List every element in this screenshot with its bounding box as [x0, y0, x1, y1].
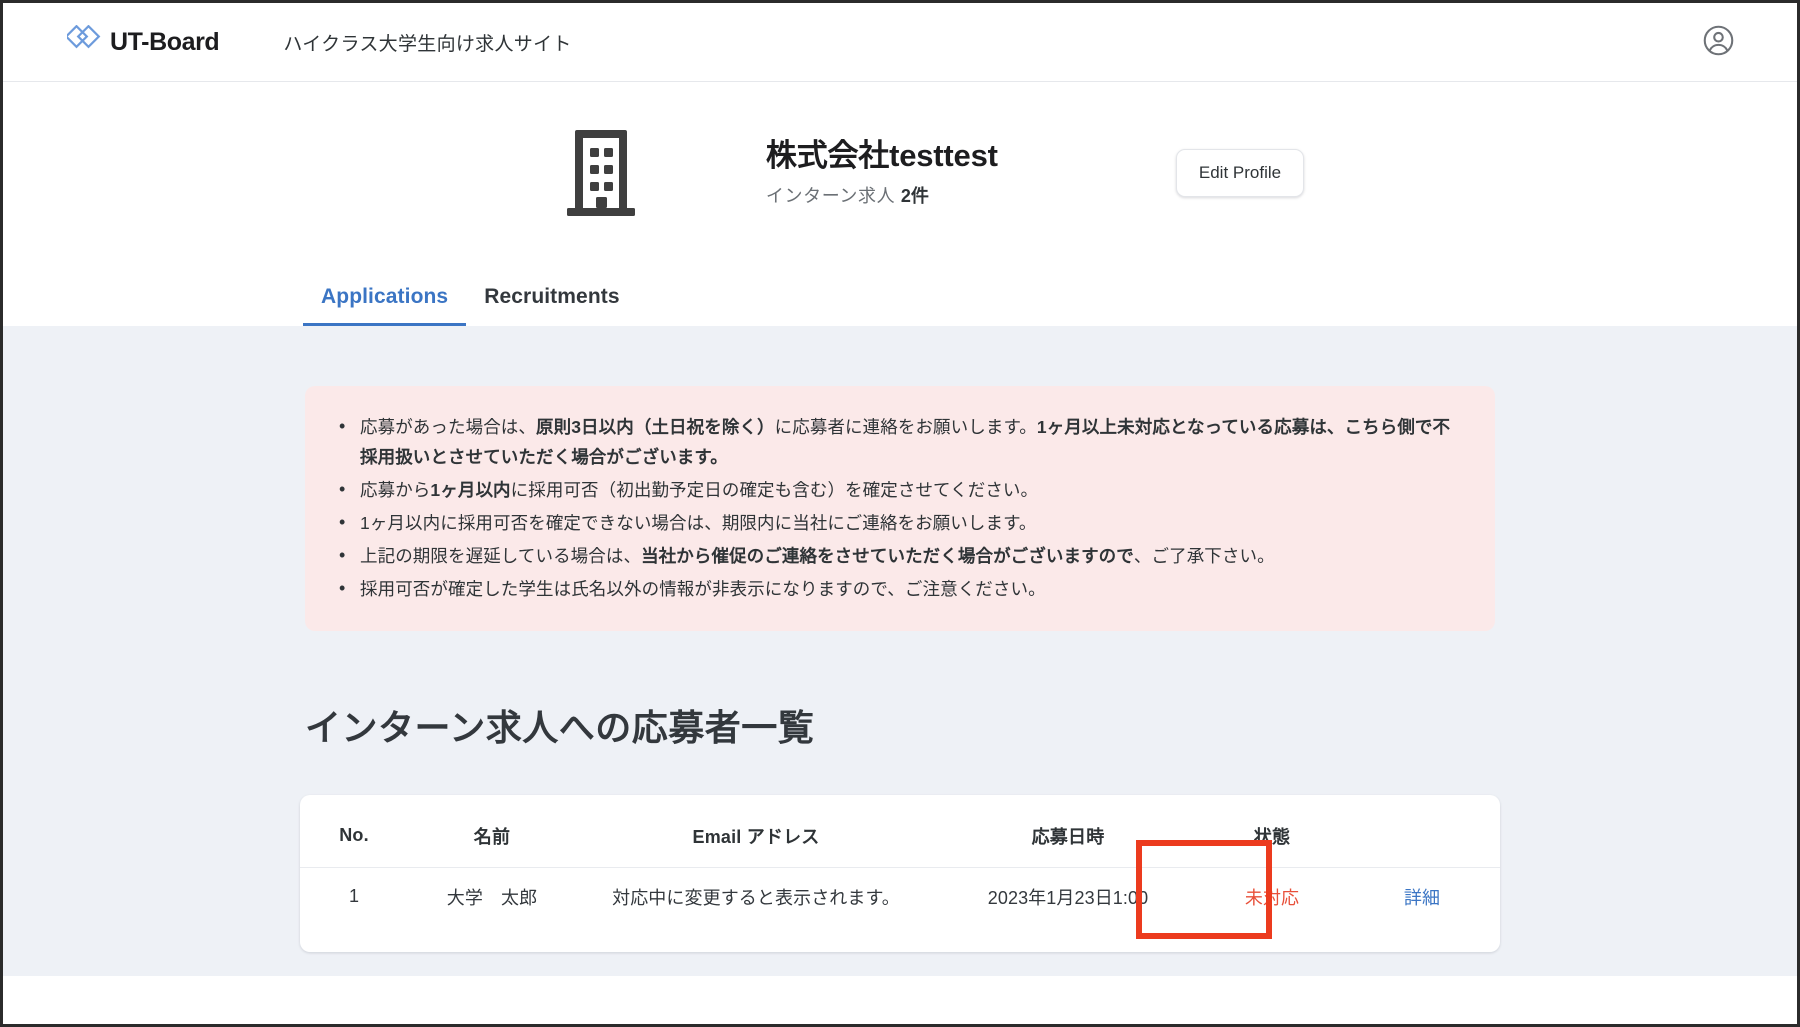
account-menu-button[interactable]	[1702, 24, 1735, 60]
column-header-email: Email アドレス	[692, 826, 820, 847]
edit-profile-button[interactable]: Edit Profile	[1175, 148, 1305, 197]
cell-name: 大学 太郎	[408, 866, 576, 930]
company-job-count-label: インターン求人	[765, 185, 896, 206]
notice-item: 上記の期限を遅延している場合は、当社から催促のご連絡をさせていただく場合がござい…	[335, 540, 1461, 571]
table-row: 1 大学 太郎 対応中に変更すると表示されます。 2023年1月23日1:00 …	[300, 866, 1500, 930]
company-logo-container	[496, 124, 706, 221]
company-job-count: インターン求人 2件	[766, 182, 1176, 208]
notice-item: 応募から1ヶ月以内に採用可否（初出勤予定日の確定も含む）を確定させてください。	[335, 474, 1461, 505]
account-circle-icon	[1702, 24, 1735, 60]
building-icon	[563, 124, 639, 221]
notice-item: 採用可否が確定した学生は氏名以外の情報が非表示になりますので、ご注意ください。	[335, 573, 1461, 604]
ut-board-diamond-logo-icon	[64, 24, 101, 60]
profile-tabs: Applications Recruitments	[3, 279, 1797, 326]
table-header-row: No. 名前 Email アドレス 応募日時 状態	[300, 795, 1500, 868]
column-header-date: 応募日時	[1031, 826, 1105, 847]
cell-applied-at: 2023年1月23日1:00	[936, 866, 1200, 930]
applicants-table-body: 1 大学 太郎 対応中に変更すると表示されます。 2023年1月23日1:00 …	[300, 866, 1500, 930]
tab-recruitments[interactable]: Recruitments	[466, 279, 637, 326]
notice-list: 応募があった場合は、原則3日以内（土日祝を除く）に応募者に連絡をお願いします。1…	[335, 411, 1461, 605]
company-job-count-value: 2件	[900, 185, 929, 206]
notice-item: 1ヶ月以内に採用可否を確定できない場合は、期限内に当社にご連絡をお願いします。	[335, 507, 1461, 538]
cell-no: 1	[300, 866, 408, 930]
notice-item: 応募があった場合は、原則3日以内（土日祝を除く）に応募者に連絡をお願いします。1…	[335, 411, 1461, 472]
site-tagline: ハイクラス大学生向け求人サイト	[283, 33, 572, 55]
notice-panel: 応募があった場合は、原則3日以内（土日祝を除く）に応募者に連絡をお願いします。1…	[305, 386, 1495, 631]
page-body: 応募があった場合は、原則3日以内（土日祝を除く）に応募者に連絡をお願いします。1…	[3, 326, 1797, 976]
applicants-table-head: No. 名前 Email アドレス 応募日時 状態	[300, 795, 1500, 868]
page-title: インターン求人への応募者一覧	[305, 706, 815, 748]
column-header-name: 名前	[473, 826, 511, 847]
column-header-no: No.	[339, 825, 369, 846]
company-name: 株式会社testtest	[765, 138, 998, 174]
site-header: UT-Board ハイクラス大学生向け求人サイト	[3, 3, 1797, 82]
column-header-status: 状態	[1253, 826, 1291, 847]
status-badge: 未対応	[1200, 866, 1344, 930]
column-header-action	[1344, 795, 1500, 868]
brand-name: UT-Board	[110, 27, 220, 56]
cell-email: 対応中に変更すると表示されます。	[576, 866, 936, 930]
cell-action: 詳細	[1344, 866, 1500, 930]
tabs-wrapper: Applications Recruitments	[3, 221, 1797, 326]
tab-applications[interactable]: Applications	[303, 279, 467, 326]
brand-home-link[interactable]: UT-Board	[64, 24, 220, 60]
company-profile-section: 株式会社testtest インターン求人 2件 Edit Profile	[3, 82, 1797, 221]
company-profile-row: 株式会社testtest インターン求人 2件 Edit Profile	[3, 124, 1797, 221]
applicants-table: No. 名前 Email アドレス 応募日時 状態 1 大学 太郎 対応中に変更…	[300, 795, 1500, 930]
app-window: UT-Board ハイクラス大学生向け求人サイト 株式会社testtest イン…	[0, 0, 1800, 1027]
detail-link[interactable]: 詳細	[1404, 888, 1440, 908]
applicants-table-card: No. 名前 Email アドレス 応募日時 状態 1 大学 太郎 対応中に変更…	[300, 794, 1500, 952]
company-meta: 株式会社testtest インターン求人 2件	[706, 137, 1176, 208]
